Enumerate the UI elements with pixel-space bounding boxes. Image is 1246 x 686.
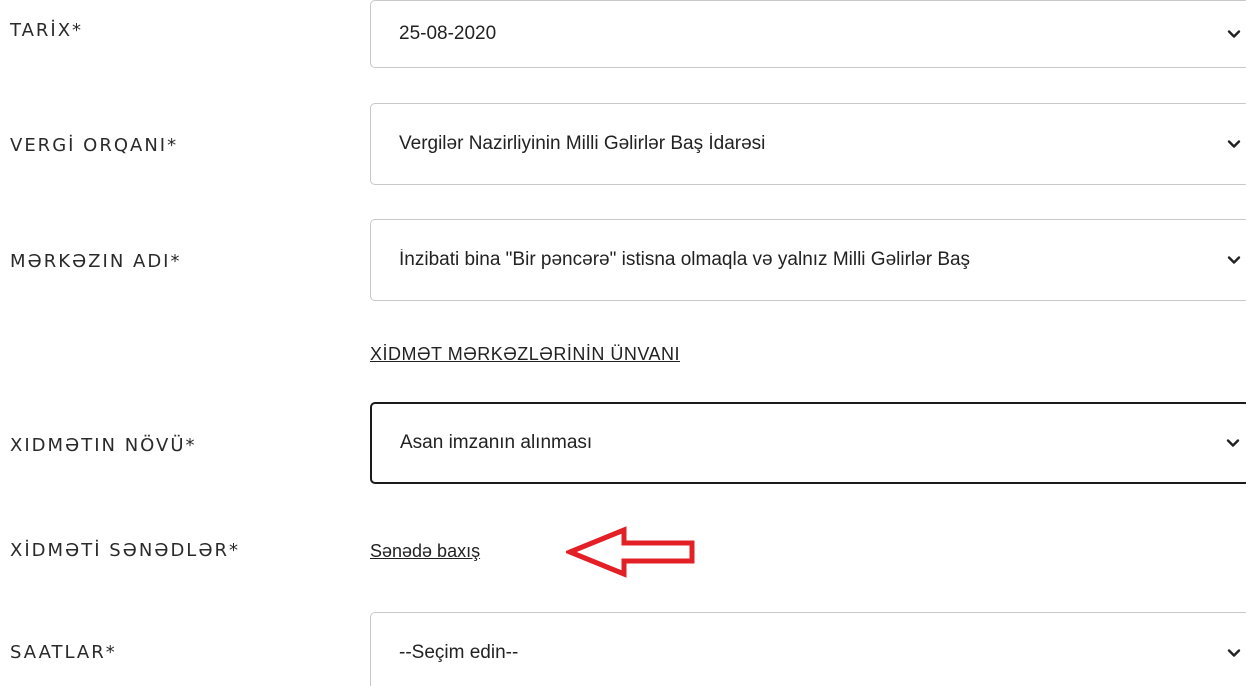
tax-authority-label: VERGİ ORQANI* — [10, 135, 179, 156]
center-name-select-value: İnzibati bina "Bir pəncərə" istisna olma… — [399, 249, 971, 270]
chevron-down-icon — [1226, 439, 1240, 447]
chevron-down-icon — [1227, 256, 1241, 264]
service-type-select-value: Asan imzanın alınması — [400, 432, 593, 453]
red-arrow-left-icon — [566, 526, 695, 578]
center-name-select[interactable]: İnzibati bina "Bir pəncərə" istisna olma… — [370, 219, 1246, 301]
chevron-down-icon — [1227, 649, 1241, 657]
service-type-label: XIDMƏTIN NÖVÜ* — [10, 435, 197, 456]
tax-authority-select[interactable]: Vergilər Nazirliyinin Milli Gəlirlər Baş… — [370, 103, 1246, 185]
service-documents-label: XİDMƏTİ SƏNƏDLƏR* — [10, 540, 241, 561]
date-select[interactable]: 25-08-2020 — [370, 0, 1246, 68]
date-select-value: 25-08-2020 — [399, 23, 497, 44]
chevron-down-icon — [1227, 140, 1241, 148]
service-type-select[interactable]: Asan imzanın alınması — [370, 402, 1246, 484]
document-view-link[interactable]: Sənədə baxış — [370, 541, 480, 562]
tax-authority-select-value: Vergilər Nazirliyinin Milli Gəlirlər Baş… — [399, 133, 766, 154]
hours-select-value: --Seçim edin-- — [399, 642, 519, 663]
service-centers-address-link[interactable]: XİDMƏT MƏRKƏZLƏRİNİN ÜNVANI — [370, 344, 680, 365]
date-label: TARİX* — [10, 20, 84, 41]
hours-select[interactable]: --Seçim edin-- — [370, 612, 1246, 686]
center-name-label: MƏRKƏZIN ADI* — [10, 251, 182, 272]
chevron-down-icon — [1227, 30, 1241, 38]
hours-label: SAATLAR* — [10, 642, 117, 663]
